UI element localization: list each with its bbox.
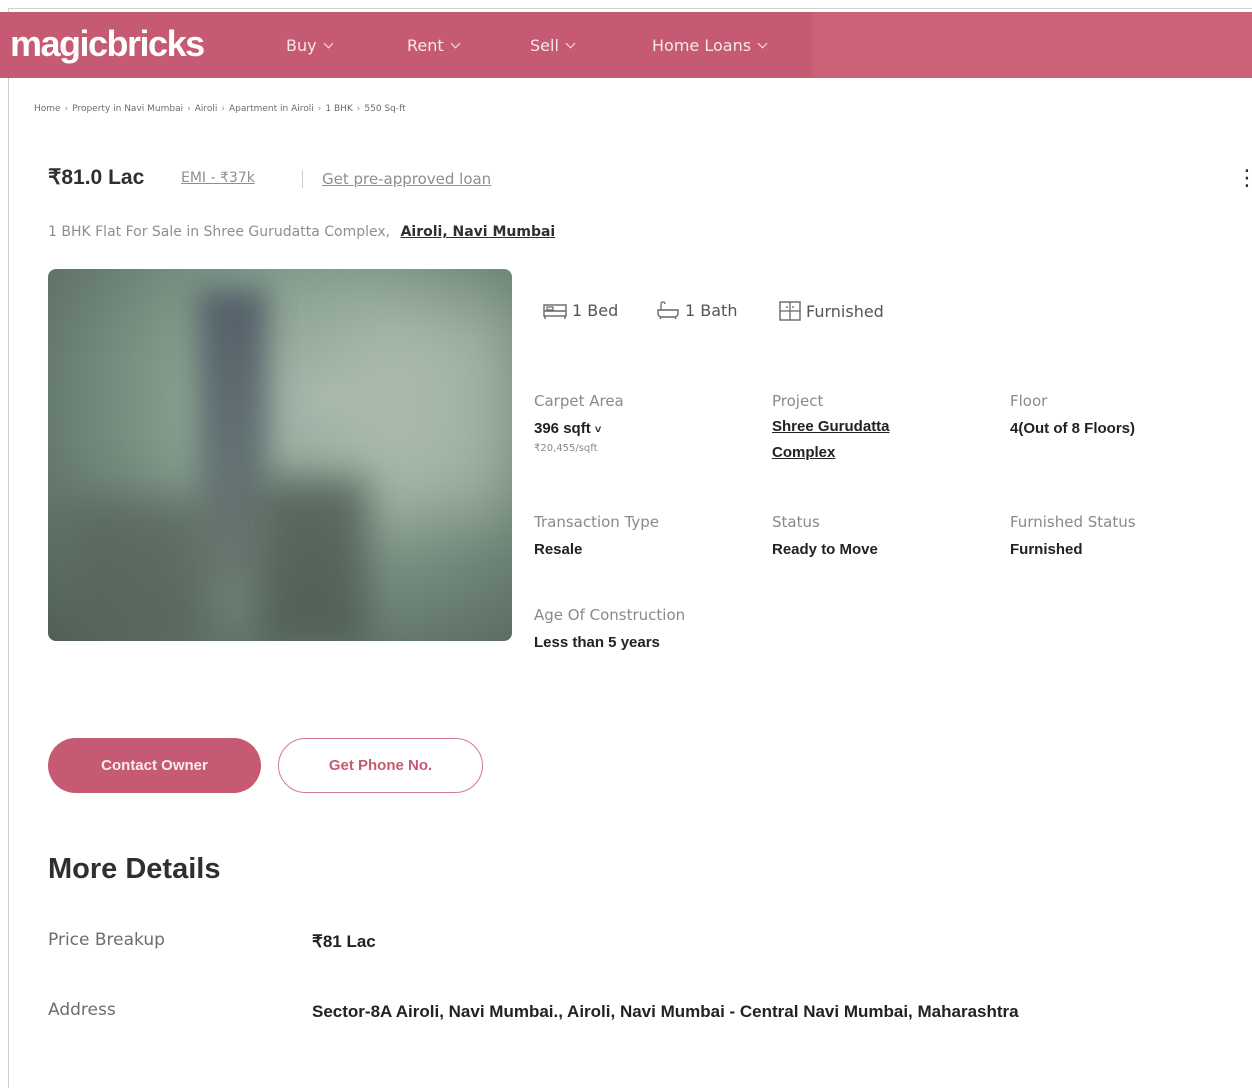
chevron-down-icon [323, 38, 334, 49]
detail-floor: Floor 4(Out of 8 Floors) [1010, 392, 1135, 437]
photo-haze [348, 309, 508, 509]
more-details-heading: More Details [48, 853, 221, 885]
divider [302, 170, 303, 188]
project-name-line1: Shree Gurudatta [772, 418, 890, 435]
location-link[interactable]: Airoli, Navi Mumbai [401, 224, 556, 240]
nav-home-loans-label: Home Loans [652, 36, 752, 55]
project-link[interactable]: Shree Gurudatta Complex [772, 414, 890, 466]
detail-carpet-area: Carpet Area 396 sqft ˅ ₹20,455/sqft [534, 392, 624, 454]
breadcrumb-separator: › [221, 104, 225, 114]
breadcrumb-item[interactable]: Apartment in Airoli [229, 104, 314, 114]
property-photo[interactable] [48, 269, 512, 641]
bath-icon [657, 301, 679, 320]
detail-label: Age Of Construction [534, 606, 686, 624]
detail-label: Project [772, 392, 824, 410]
detail-status: Status Ready to Move [772, 513, 878, 558]
detail-value: Furnished [1010, 541, 1083, 558]
get-phone-number-button[interactable]: Get Phone No. [278, 738, 483, 793]
listing-title: 1 BHK Flat For Sale in Shree Gurudatta C… [48, 224, 555, 240]
amenity-furnishing-label: Furnished [806, 301, 884, 321]
emi-link[interactable]: EMI - ₹37k [181, 170, 255, 186]
photo-building [258, 479, 368, 641]
detail-label: Floor [1010, 392, 1048, 410]
nav-sell[interactable]: Sell [530, 36, 576, 55]
detail-value: Ready to Move [772, 541, 878, 558]
amenity-bath: 1 Bath [655, 300, 737, 320]
nav-buy[interactable]: Buy [286, 36, 334, 55]
price-breakup-value: ₹81 Lac [312, 932, 376, 951]
nav-home-loans[interactable]: Home Loans [652, 36, 768, 55]
price-per-sqft: ₹20,455/sqft [534, 443, 598, 454]
contact-owner-button[interactable]: Contact Owner [48, 738, 261, 793]
nav-buy-label: Buy [286, 36, 317, 55]
breadcrumb-separator: › [356, 104, 361, 114]
more-options-icon[interactable]: ⋮ [1236, 168, 1252, 190]
amenity-bed-label: 1 Bed [572, 300, 619, 320]
photo-building [68, 499, 208, 641]
listing-price: ₹81.0 Lac [48, 166, 145, 189]
detail-transaction-type: Transaction Type Resale [534, 513, 659, 558]
nav-rent-label: Rent [407, 36, 444, 55]
header-right-panel [812, 12, 1252, 78]
furniture-icon [779, 301, 801, 321]
price-breakup-label: Price Breakup [48, 930, 165, 950]
pre-approved-loan-link[interactable]: Get pre-approved loan [322, 170, 491, 188]
address-value: Sector-8A Airoli, Navi Mumbai., Airoli, … [312, 1002, 1019, 1021]
top-nav-bar: magicbricks Buy Rent Sell Home Loans [0, 12, 1252, 78]
breadcrumb-item[interactable]: Airoli [195, 104, 218, 114]
detail-label: Status [772, 513, 820, 531]
listing-title-text: 1 BHK Flat For Sale in Shree Gurudatta C… [48, 224, 391, 240]
detail-furnished-status: Furnished Status Furnished [1010, 513, 1136, 558]
amenity-furnishing: Furnished [778, 300, 884, 322]
breadcrumb-item[interactable]: Property in Navi Mumbai [72, 104, 183, 114]
detail-value: 4(Out of 8 Floors) [1010, 420, 1135, 437]
breadcrumb-item: 550 Sq-ft [364, 104, 406, 114]
breadcrumb-separator: › [317, 104, 322, 114]
detail-value: Less than 5 years [534, 634, 660, 651]
project-name-line2: Complex [772, 444, 836, 461]
amenity-bed: 1 Bed [542, 300, 618, 320]
detail-project: Project Shree Gurudatta Complex [772, 392, 890, 466]
detail-value: Resale [534, 541, 583, 558]
magicbricks-logo[interactable]: magicbricks [10, 23, 205, 65]
nav-rent[interactable]: Rent [407, 36, 461, 55]
detail-age-of-construction: Age Of Construction Less than 5 years [534, 606, 685, 651]
chevron-down-icon: ˅ [594, 424, 602, 436]
chevron-down-icon [450, 38, 461, 49]
breadcrumb-item[interactable]: Home [34, 104, 61, 114]
detail-label: Carpet Area [534, 392, 624, 410]
detail-value[interactable]: 396 sqft ˅ [534, 420, 624, 437]
breadcrumb-item[interactable]: 1 BHK [325, 104, 352, 114]
carpet-area-value: 396 sqft [534, 420, 591, 437]
chevron-down-icon [757, 38, 768, 49]
detail-label: Furnished Status [1010, 513, 1136, 531]
detail-label: Transaction Type [534, 513, 660, 531]
nav-sell-label: Sell [530, 36, 559, 55]
address-label: Address [48, 1000, 116, 1020]
chevron-down-icon [565, 38, 576, 49]
breadcrumb: Home › Property in Navi Mumbai › Airoli › A… [34, 104, 406, 114]
breadcrumb-separator: › [64, 104, 69, 114]
breadcrumb-separator: › [187, 104, 191, 114]
amenity-bath-label: 1 Bath [685, 300, 738, 320]
bed-icon [543, 304, 567, 319]
